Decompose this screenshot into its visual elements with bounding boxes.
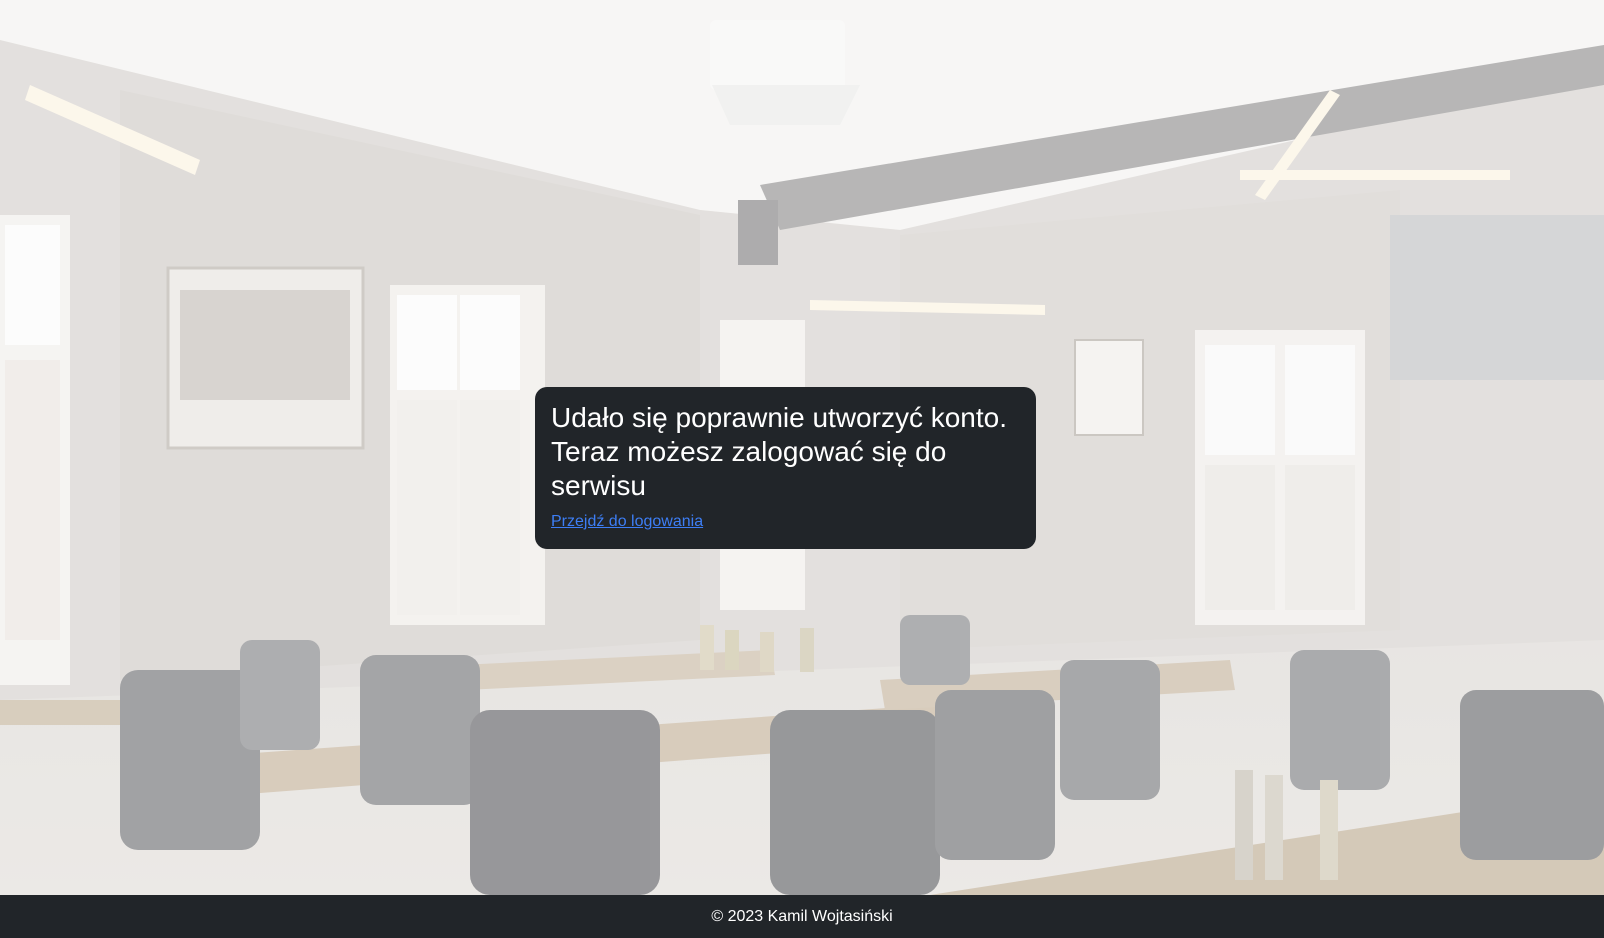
footer: © 2023 Kamil Wojtasiński xyxy=(0,895,1604,938)
page: Udało się poprawnie utworzyć konto. Tera… xyxy=(0,0,1604,938)
footer-copyright: © 2023 Kamil Wojtasiński xyxy=(711,907,893,925)
success-message-card: Udało się poprawnie utworzyć konto. Tera… xyxy=(535,387,1036,549)
success-message-title: Udało się poprawnie utworzyć konto. Tera… xyxy=(551,402,1008,501)
go-to-login-link[interactable]: Przejdź do logowania xyxy=(551,513,703,530)
